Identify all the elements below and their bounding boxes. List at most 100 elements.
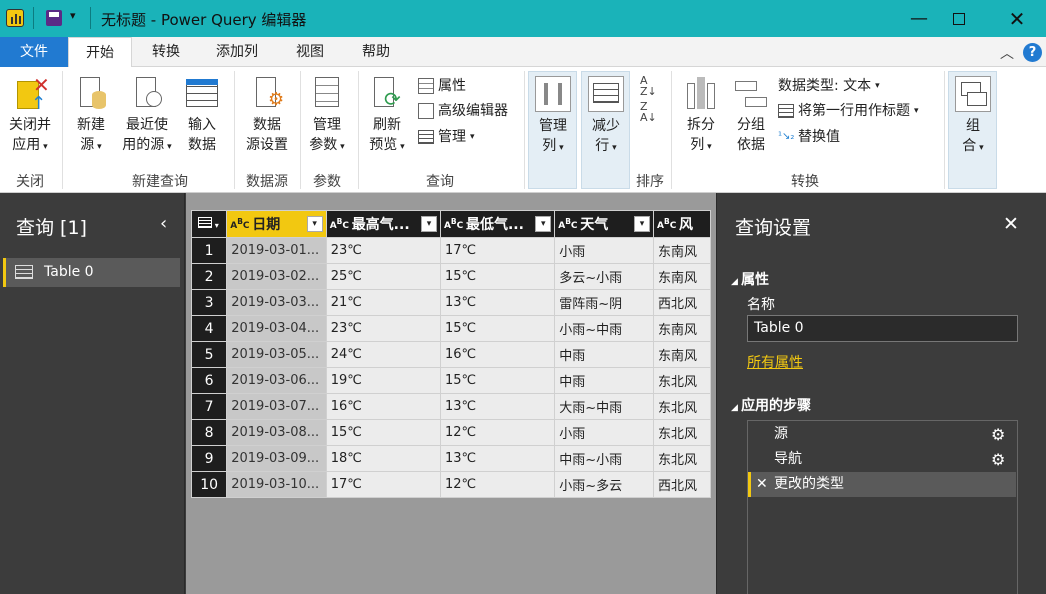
cell-min-temp[interactable]: 17℃ (439, 237, 556, 264)
cell-weather[interactable]: 中雨 (554, 367, 655, 394)
tab-transform[interactable]: 转换 (140, 37, 192, 67)
maximize-button[interactable] (936, 0, 982, 37)
cell-weather[interactable]: 雷阵雨~阴 (554, 289, 655, 316)
quick-access-dropdown-icon[interactable]: ▾ (70, 9, 76, 22)
properties-section-toggle[interactable]: ◢ 属性 (731, 269, 769, 289)
save-icon[interactable] (46, 10, 62, 26)
table-row[interactable]: 3 2019-03-03... 21℃ 13℃ 雷阵雨~阴 西北风 (191, 289, 711, 316)
cell-weather[interactable]: 小雨 (554, 237, 655, 264)
data-type-button[interactable]: 数据类型: 文本 ▾ (778, 75, 880, 97)
manage-params-button[interactable]: 管理 参数 ▾ (302, 75, 352, 157)
cell-weather[interactable]: 多云~小雨 (554, 263, 655, 290)
all-properties-link[interactable]: 所有属性 (747, 352, 803, 372)
cell-min-temp[interactable]: 12℃ (439, 471, 556, 498)
cell-min-temp[interactable]: 15℃ (439, 315, 556, 342)
cell-max-temp[interactable]: 25℃ (325, 263, 441, 290)
step-source[interactable]: 源 ⚙ (748, 422, 1016, 447)
cell-weather[interactable]: 小雨~中雨 (554, 315, 655, 342)
tab-add-column[interactable]: 添加列 (205, 37, 269, 67)
collapse-pane-icon[interactable]: ‹ (160, 213, 167, 234)
table-menu-icon[interactable]: ▾ (191, 210, 228, 238)
cell-max-temp[interactable]: 24℃ (325, 341, 441, 368)
refresh-preview-button[interactable]: ⟳ 刷新 预览 ▾ (362, 75, 412, 157)
enter-data-button[interactable]: 输入 数据 (180, 75, 224, 155)
cell-min-temp[interactable]: 13℃ (439, 445, 556, 472)
gear-icon[interactable]: ⚙ (991, 447, 1005, 472)
help-icon[interactable]: ? (1023, 43, 1042, 62)
row-number[interactable]: 1 (191, 237, 228, 264)
tab-view[interactable]: 视图 (284, 37, 336, 67)
new-source-button[interactable]: 新建 源 ▾ (68, 75, 114, 157)
cell-weather[interactable]: 中雨 (554, 341, 655, 368)
cell-min-temp[interactable]: 15℃ (439, 263, 556, 290)
recent-sources-button[interactable]: 最近使 用的源 ▾ (118, 75, 176, 157)
cell-date[interactable]: 2019-03-08... (226, 419, 327, 446)
row-number[interactable]: 7 (191, 393, 228, 420)
cell-wind[interactable]: 东北风 (653, 367, 711, 394)
manage-button[interactable]: 管理 ▾ (418, 126, 475, 148)
table-row[interactable]: 5 2019-03-05... 24℃ 16℃ 中雨 东南风 (191, 341, 711, 368)
query-name-input[interactable]: Table 0 (747, 315, 1018, 342)
cell-weather[interactable]: 中雨~小雨 (554, 445, 655, 472)
cell-max-temp[interactable]: 15℃ (325, 419, 441, 446)
sort-descending-icon[interactable]: Z A↓ (640, 101, 657, 123)
table-row[interactable]: 6 2019-03-06... 19℃ 15℃ 中雨 东北风 (191, 367, 711, 394)
close-pane-icon[interactable]: ✕ (1003, 213, 1019, 235)
row-number[interactable]: 8 (191, 419, 228, 446)
column-header-wind[interactable]: ABC 风 (653, 210, 711, 238)
cell-wind[interactable]: 东北风 (653, 419, 711, 446)
cell-min-temp[interactable]: 15℃ (439, 367, 556, 394)
cell-weather[interactable]: 大雨~中雨 (554, 393, 655, 420)
close-window-button[interactable]: ✕ (994, 0, 1040, 37)
row-number[interactable]: 5 (191, 341, 228, 368)
cell-max-temp[interactable]: 23℃ (325, 315, 441, 342)
properties-button[interactable]: 属性 (418, 75, 466, 97)
close-apply-button[interactable]: ✕ ↑ 关闭并 应用 ▾ (4, 75, 56, 157)
cell-min-temp[interactable]: 16℃ (439, 341, 556, 368)
row-number[interactable]: 3 (191, 289, 228, 316)
query-item-table0[interactable]: Table 0 (3, 258, 180, 287)
column-filter-icon[interactable]: ▾ (535, 216, 552, 232)
cell-min-temp[interactable]: 13℃ (439, 289, 556, 316)
column-filter-icon[interactable]: ▾ (634, 216, 651, 232)
manage-columns-button[interactable]: 管理 列 ▾ (528, 71, 577, 189)
cell-min-temp[interactable]: 12℃ (439, 419, 556, 446)
cell-date[interactable]: 2019-03-06... (226, 367, 327, 394)
row-number[interactable]: 9 (191, 445, 228, 472)
cell-max-temp[interactable]: 23℃ (325, 237, 441, 264)
group-by-button[interactable]: 分组 依据 (728, 75, 774, 155)
column-header-min-temp[interactable]: ABC 最低气... ▾ (439, 210, 556, 238)
cell-date[interactable]: 2019-03-05... (226, 341, 327, 368)
step-navigation[interactable]: 导航 ⚙ (748, 447, 1016, 472)
tab-help[interactable]: 帮助 (350, 37, 402, 67)
advanced-editor-button[interactable]: 高级编辑器 (418, 100, 508, 122)
collapse-ribbon-icon[interactable]: ︿ (1000, 43, 1014, 63)
cell-wind[interactable]: 东南风 (653, 263, 711, 290)
applied-steps-section-toggle[interactable]: ◢ 应用的步骤 (731, 395, 811, 415)
table-row[interactable]: 9 2019-03-09... 18℃ 13℃ 中雨~小雨 东北风 (191, 445, 711, 472)
table-row[interactable]: 2 2019-03-02... 25℃ 15℃ 多云~小雨 东南风 (191, 263, 711, 290)
cell-wind[interactable]: 东南风 (653, 315, 711, 342)
table-row[interactable]: 7 2019-03-07... 16℃ 13℃ 大雨~中雨 东北风 (191, 393, 711, 420)
cell-wind[interactable]: 东南风 (653, 341, 711, 368)
cell-wind[interactable]: 西北风 (653, 471, 711, 498)
cell-date[interactable]: 2019-03-03... (226, 289, 327, 316)
combine-button[interactable]: 组 合 ▾ (948, 71, 997, 189)
tab-file[interactable]: 文件 (0, 37, 68, 67)
table-row[interactable]: 8 2019-03-08... 15℃ 12℃ 小雨 东北风 (191, 419, 711, 446)
cell-weather[interactable]: 小雨~多云 (554, 471, 655, 498)
cell-max-temp[interactable]: 18℃ (325, 445, 441, 472)
cell-min-temp[interactable]: 13℃ (439, 393, 556, 420)
cell-max-temp[interactable]: 17℃ (325, 471, 441, 498)
column-filter-icon[interactable]: ▾ (306, 216, 323, 232)
cell-date[interactable]: 2019-03-01... (226, 237, 327, 264)
cell-wind[interactable]: 东南风 (653, 237, 711, 264)
split-column-button[interactable]: 拆分 列 ▾ (678, 75, 724, 157)
table-row[interactable]: 10 2019-03-10... 17℃ 12℃ 小雨~多云 西北风 (191, 471, 711, 498)
column-header-weather[interactable]: ABC 天气 ▾ (554, 210, 655, 238)
column-header-max-temp[interactable]: ABC 最高气... ▾ (325, 210, 441, 238)
table-row[interactable]: 4 2019-03-04... 23℃ 15℃ 小雨~中雨 东南风 (191, 315, 711, 342)
datasource-settings-button[interactable]: ⚙ 数据 源设置 (240, 75, 294, 155)
gear-icon[interactable]: ⚙ (991, 422, 1005, 447)
cell-date[interactable]: 2019-03-09... (226, 445, 327, 472)
